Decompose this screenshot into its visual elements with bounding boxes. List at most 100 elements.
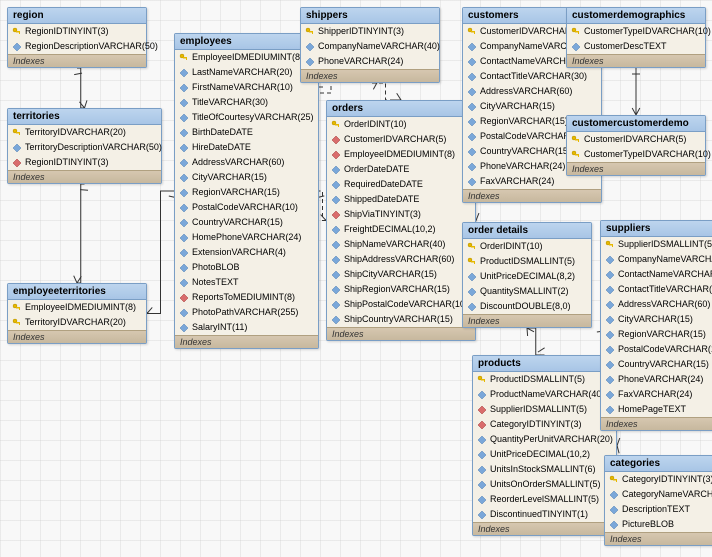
column-row[interactable]: Address VARCHAR(60): [601, 297, 712, 312]
entity-products[interactable]: productsProductID SMALLINT(5)ProductName…: [472, 355, 617, 536]
column-row[interactable]: UnitsInStock SMALLINT(6): [473, 462, 616, 477]
indexes-section[interactable]: Indexes: [8, 170, 161, 183]
column-row[interactable]: CustomerDesc TEXT: [567, 39, 705, 54]
entity-suppliers[interactable]: suppliersSupplierID SMALLINT(5)CompanyNa…: [600, 220, 712, 431]
column-row[interactable]: SupplierID SMALLINT(5): [473, 402, 616, 417]
column-row[interactable]: Notes TEXT: [175, 275, 318, 290]
column-row[interactable]: Fax VARCHAR(24): [463, 174, 601, 189]
column-row[interactable]: TitleOfCourtesy VARCHAR(25): [175, 110, 318, 125]
column-row[interactable]: Address VARCHAR(60): [175, 155, 318, 170]
column-row[interactable]: ShipCountry VARCHAR(15): [327, 312, 475, 327]
column-row[interactable]: PostalCode VARCHAR(10): [175, 200, 318, 215]
indexes-section[interactable]: Indexes: [8, 330, 146, 343]
indexes-section[interactable]: Indexes: [567, 162, 705, 175]
column-row[interactable]: QuantityPerUnit VARCHAR(20): [473, 432, 616, 447]
column-row[interactable]: EmployeeID MEDIUMINT(8): [8, 300, 146, 315]
entity-header[interactable]: territories: [8, 109, 161, 125]
entity-order_details[interactable]: order detailsOrderID INT(10)ProductID SM…: [462, 222, 592, 328]
indexes-section[interactable]: Indexes: [463, 314, 591, 327]
entity-header[interactable]: shippers: [301, 8, 439, 24]
entity-orders[interactable]: ordersOrderID INT(10)CustomerID VARCHAR(…: [326, 100, 476, 341]
indexes-section[interactable]: Indexes: [567, 54, 705, 67]
entity-employeeterritories[interactable]: employeeterritoriesEmployeeID MEDIUMINT(…: [7, 283, 147, 344]
column-row[interactable]: CompanyName VARCHAR(40): [601, 252, 712, 267]
column-row[interactable]: Discontinued TINYINT(1): [473, 507, 616, 522]
indexes-section[interactable]: Indexes: [301, 69, 439, 82]
column-row[interactable]: ProductID SMALLINT(5): [473, 372, 616, 387]
indexes-section[interactable]: Indexes: [175, 335, 318, 348]
column-row[interactable]: ShippedDate DATE: [327, 192, 475, 207]
erd-canvas[interactable]: regionRegionID TINYINT(3)RegionDescripti…: [0, 0, 712, 557]
column-row[interactable]: ShipPostalCode VARCHAR(10): [327, 297, 475, 312]
column-row[interactable]: Country VARCHAR(15): [601, 357, 712, 372]
indexes-section[interactable]: Indexes: [463, 189, 601, 202]
entity-header[interactable]: suppliers: [601, 221, 712, 237]
column-row[interactable]: Phone VARCHAR(24): [301, 54, 439, 69]
entity-header[interactable]: employeeterritories: [8, 284, 146, 300]
column-row[interactable]: ShipVia TINYINT(3): [327, 207, 475, 222]
column-row[interactable]: City VARCHAR(15): [175, 170, 318, 185]
column-row[interactable]: HomePage TEXT: [601, 402, 712, 417]
column-row[interactable]: CategoryName VARCHAR(30): [605, 487, 712, 502]
column-row[interactable]: RegionID TINYINT(3): [8, 24, 146, 39]
column-row[interactable]: City VARCHAR(15): [601, 312, 712, 327]
column-row[interactable]: CustomerTypeID VARCHAR(10): [567, 147, 705, 162]
column-row[interactable]: CustomerTypeID VARCHAR(10): [567, 24, 705, 39]
column-row[interactable]: CategoryID TINYINT(3): [605, 472, 712, 487]
column-row[interactable]: RequiredDate DATE: [327, 177, 475, 192]
column-row[interactable]: Quantity SMALLINT(2): [463, 284, 591, 299]
column-row[interactable]: Region VARCHAR(15): [175, 185, 318, 200]
column-row[interactable]: ShipAddress VARCHAR(60): [327, 252, 475, 267]
column-row[interactable]: CompanyName VARCHAR(40): [301, 39, 439, 54]
column-row[interactable]: CustomerID VARCHAR(5): [327, 132, 475, 147]
entity-employees[interactable]: employeesEmployeeID MEDIUMINT(8)LastName…: [174, 33, 319, 349]
column-row[interactable]: Fax VARCHAR(24): [601, 387, 712, 402]
column-row[interactable]: HomePhone VARCHAR(24): [175, 230, 318, 245]
column-row[interactable]: PostalCode VARCHAR(10): [601, 342, 712, 357]
column-row[interactable]: ReportsTo MEDIUMINT(8): [175, 290, 318, 305]
entity-categories[interactable]: categoriesCategoryID TINYINT(3)CategoryN…: [604, 455, 712, 546]
column-row[interactable]: EmployeeID MEDIUMINT(8): [175, 50, 318, 65]
column-row[interactable]: ProductID SMALLINT(5): [463, 254, 591, 269]
column-row[interactable]: Region VARCHAR(15): [601, 327, 712, 342]
column-row[interactable]: RegionID TINYINT(3): [8, 155, 161, 170]
column-row[interactable]: ProductName VARCHAR(40): [473, 387, 616, 402]
column-row[interactable]: CustomerID VARCHAR(5): [567, 132, 705, 147]
column-row[interactable]: ShipCity VARCHAR(15): [327, 267, 475, 282]
indexes-section[interactable]: Indexes: [605, 532, 712, 545]
column-row[interactable]: Picture BLOB: [605, 517, 712, 532]
column-row[interactable]: LastName VARCHAR(20): [175, 65, 318, 80]
indexes-section[interactable]: Indexes: [327, 327, 475, 340]
entity-region[interactable]: regionRegionID TINYINT(3)RegionDescripti…: [7, 7, 147, 68]
column-row[interactable]: RegionDescription VARCHAR(50): [8, 39, 146, 54]
column-row[interactable]: City VARCHAR(15): [463, 99, 601, 114]
column-row[interactable]: Discount DOUBLE(8,0): [463, 299, 591, 314]
column-row[interactable]: OrderID INT(10): [463, 239, 591, 254]
column-row[interactable]: TerritoryID VARCHAR(20): [8, 125, 161, 140]
entity-customercustomerdemo[interactable]: customercustomerdemoCustomerID VARCHAR(5…: [566, 115, 706, 176]
entity-header[interactable]: customercustomerdemo: [567, 116, 705, 132]
column-row[interactable]: HireDate DATE: [175, 140, 318, 155]
indexes-section[interactable]: Indexes: [601, 417, 712, 430]
column-row[interactable]: CategoryID TINYINT(3): [473, 417, 616, 432]
column-row[interactable]: Description TEXT: [605, 502, 712, 517]
column-row[interactable]: TerritoryID VARCHAR(20): [8, 315, 146, 330]
column-row[interactable]: Title VARCHAR(30): [175, 95, 318, 110]
column-row[interactable]: Address VARCHAR(60): [463, 84, 601, 99]
column-row[interactable]: ContactTitle VARCHAR(30): [601, 282, 712, 297]
column-row[interactable]: Phone VARCHAR(24): [601, 372, 712, 387]
column-row[interactable]: Extension VARCHAR(4): [175, 245, 318, 260]
column-row[interactable]: Country VARCHAR(15): [175, 215, 318, 230]
entity-header[interactable]: customerdemographics: [567, 8, 705, 24]
column-row[interactable]: OrderDate DATE: [327, 162, 475, 177]
column-row[interactable]: Photo BLOB: [175, 260, 318, 275]
column-row[interactable]: UnitPrice DECIMAL(8,2): [463, 269, 591, 284]
column-row[interactable]: ContactName VARCHAR(30): [601, 267, 712, 282]
entity-shippers[interactable]: shippersShipperID TINYINT(3)CompanyName …: [300, 7, 440, 83]
entity-header[interactable]: orders: [327, 101, 475, 117]
column-row[interactable]: SupplierID SMALLINT(5): [601, 237, 712, 252]
indexes-section[interactable]: Indexes: [8, 54, 146, 67]
entity-territories[interactable]: territoriesTerritoryID VARCHAR(20)Territ…: [7, 108, 162, 184]
column-row[interactable]: Freight DECIMAL(10,2): [327, 222, 475, 237]
column-row[interactable]: ShipperID TINYINT(3): [301, 24, 439, 39]
